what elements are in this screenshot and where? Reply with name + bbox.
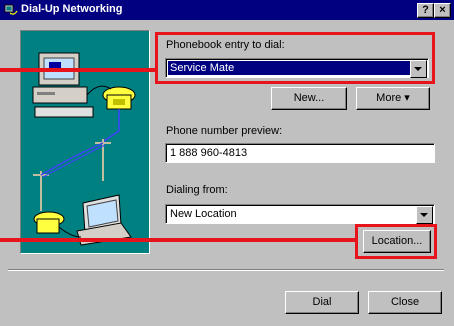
phonebook-highlight-box xyxy=(155,32,435,84)
location-highlight-box xyxy=(355,224,437,259)
dial-button[interactable]: Dial xyxy=(285,291,359,314)
separator xyxy=(8,269,444,271)
phone-number-preview-field[interactable]: 1 888 960-4813 xyxy=(165,143,435,163)
dialing-from-dropdown[interactable]: New Location xyxy=(165,204,435,224)
computer-phone-illustration-icon xyxy=(32,52,136,246)
new-button[interactable]: New... xyxy=(271,87,347,110)
phone-number-preview-value: 1 888 960-4813 xyxy=(170,147,248,159)
window-title: Dial-Up Networking xyxy=(21,3,123,15)
dialup-networking-icon xyxy=(4,4,18,15)
title-bar: Dial-Up Networking ? × xyxy=(0,0,454,20)
dialing-from-value: New Location xyxy=(170,208,237,220)
chevron-down-icon[interactable] xyxy=(416,206,433,224)
dialing-from-label: Dialing from: xyxy=(166,184,228,196)
help-button[interactable]: ? xyxy=(417,3,434,18)
phone-number-preview-label: Phone number preview: xyxy=(166,125,283,137)
phonebook-pointer-line xyxy=(0,68,158,72)
dialup-illustration xyxy=(20,30,150,254)
more-button[interactable]: More ▾ xyxy=(356,87,430,110)
close-button[interactable]: Close xyxy=(368,291,442,314)
location-pointer-line xyxy=(0,238,358,242)
close-window-button[interactable]: × xyxy=(434,3,451,18)
